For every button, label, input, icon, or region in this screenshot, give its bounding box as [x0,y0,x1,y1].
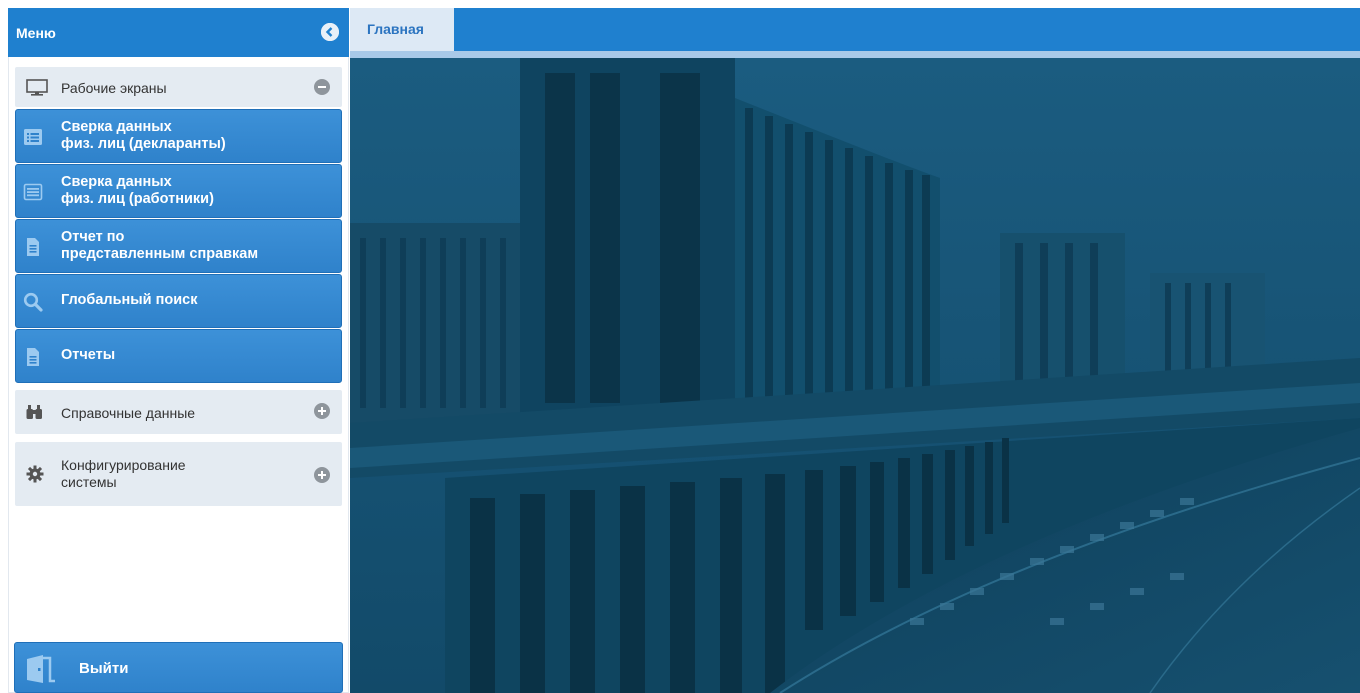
menu-item-label: Отчет по представленным справкам [61,229,258,263]
collapse-group-button[interactable] [314,79,330,95]
label-line-2: системы [61,474,117,490]
sidebar-menu: Меню Рабочие экраны Сверка данных физ. л… [8,8,349,693]
tab-strip-underline [350,51,1360,58]
home-background-image [350,58,1360,693]
menu-item-label: Отчеты [61,347,115,364]
label-line-1: Отчеты [61,347,116,363]
label-line-1: Сверка данных [61,174,172,190]
label-line-1: Отчет по [61,229,125,245]
door-exit-icon [27,655,55,683]
expand-group-button[interactable] [314,467,330,483]
chevron-left-icon [321,23,339,41]
list-icon [23,183,43,201]
gear-icon [26,465,44,483]
label-line-1: Сверка данных [61,119,172,135]
label-line-2: физ. лиц (декларанты) [61,136,226,152]
menu-group-system-config[interactable]: Конфигурирование системы [15,442,342,506]
building-photo [350,58,1360,693]
group-label-work-screens: Рабочие экраны [61,80,167,96]
menu-item-label: Сверка данных физ. лиц (декларанты) [61,119,226,153]
binoculars-icon [26,405,42,419]
menu-group-reference-data[interactable]: Справочные данные [15,390,342,434]
app-window: Меню Рабочие экраны Сверка данных физ. л… [0,0,1360,693]
tab-label: Главная [367,21,424,37]
collapse-menu-button[interactable] [321,23,339,41]
menu-item-reports[interactable]: Отчеты [15,329,342,383]
expand-group-button[interactable] [314,403,330,419]
label-line-1: Конфигурирование [61,457,186,473]
label-line-2: представленным справкам [61,246,259,262]
tab-home[interactable]: Главная [350,8,454,51]
menu-item-label: Глобальный поиск [61,292,197,309]
menu-item-reconcile-employees[interactable]: Сверка данных физ. лиц (работники) [15,164,342,218]
menu-group-work-screens[interactable]: Рабочие экраны [15,67,342,107]
label-line-2: физ. лиц (работники) [61,191,214,207]
group-label-system-config: Конфигурирование системы [61,457,186,491]
monitor-icon [26,79,48,96]
group-label-reference-data: Справочные данные [61,405,196,421]
menu-item-report-certificates[interactable]: Отчет по представленным справкам [15,219,342,273]
menu-header: Меню [8,8,349,57]
label-line-1: Глобальный поиск [61,292,198,308]
menu-item-reconcile-declarants[interactable]: Сверка данных физ. лиц (декларанты) [15,109,342,163]
menu-body: Рабочие экраны Сверка данных физ. лиц (д… [8,57,349,693]
logout-button[interactable]: Выйти [14,642,343,693]
list-icon [24,129,42,145]
menu-item-label: Сверка данных физ. лиц (работники) [61,174,214,208]
menu-item-global-search[interactable]: Глобальный поиск [15,274,342,328]
menu-title: Меню [16,25,56,41]
logout-label: Выйти [79,660,129,677]
document-icon [27,238,39,256]
search-icon [23,292,43,312]
document-icon [27,348,39,366]
tab-bar: Главная [350,8,1360,51]
